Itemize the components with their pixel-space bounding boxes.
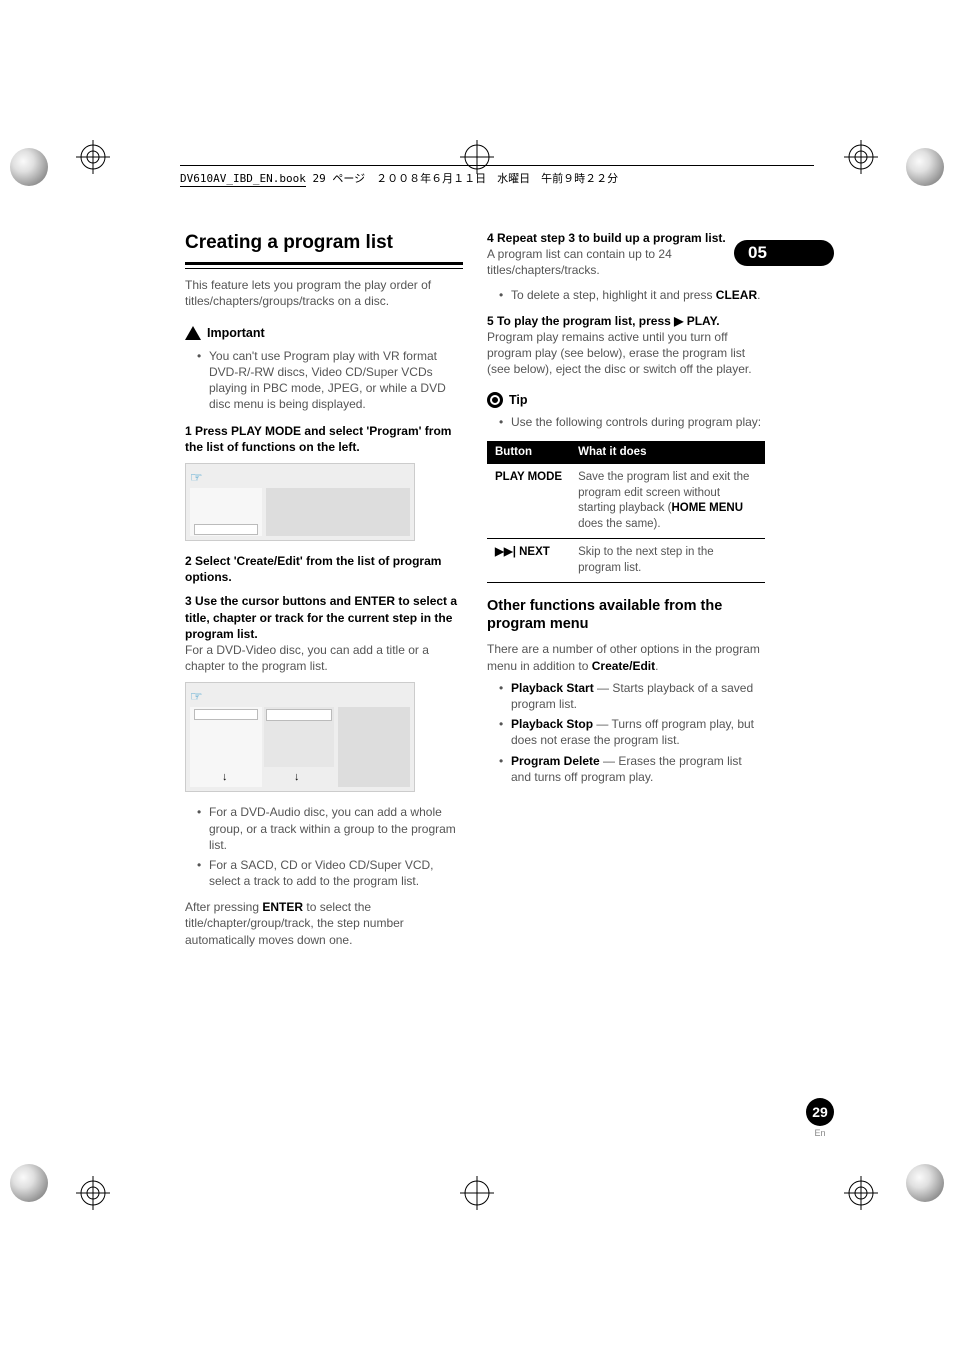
options-list: Playback Start — Starts playback of a sa… bbox=[487, 680, 765, 785]
list-item: Use the following controls during progra… bbox=[501, 414, 765, 430]
crosshair-icon bbox=[460, 1176, 494, 1210]
tip-callout: Tip bbox=[487, 392, 765, 409]
step3-tail: After pressing ENTER to select the title… bbox=[185, 899, 463, 948]
text-fragment: . bbox=[655, 659, 658, 673]
print-registration-ball bbox=[10, 148, 48, 186]
step-4: 4 Repeat step 3 to build up a program li… bbox=[487, 230, 765, 279]
list-item: For a DVD-Audio disc, you can add a whol… bbox=[199, 804, 463, 853]
button-desc-cell: Save the program list and exit the progr… bbox=[570, 464, 765, 539]
list-item: Playback Stop — Turns off program play, … bbox=[501, 716, 765, 748]
text-fragment: To delete a step, highlight it and press bbox=[511, 288, 716, 302]
print-registration-ball bbox=[906, 1164, 944, 1202]
subsection-intro: There are a number of other options in t… bbox=[487, 641, 765, 673]
section-title: Creating a program list bbox=[185, 230, 463, 265]
step-body: Program play remains active until you tu… bbox=[487, 329, 765, 378]
clear-key-label: CLEAR bbox=[716, 288, 757, 302]
hand-cursor-icon: ☞ bbox=[190, 687, 206, 703]
important-list: You can't use Program play with VR forma… bbox=[185, 348, 463, 413]
step-3: 3 Use the cursor buttons and ENTER to se… bbox=[185, 593, 463, 674]
table-row: ▶▶| NEXT Skip to the next step in the pr… bbox=[487, 539, 765, 583]
option-name: Program Delete bbox=[511, 754, 600, 768]
screenshot-selection bbox=[194, 709, 258, 720]
page-language: En bbox=[806, 1128, 834, 1138]
crosshair-icon bbox=[76, 140, 110, 174]
print-registration-ball bbox=[10, 1164, 48, 1202]
table-header: Button bbox=[487, 441, 570, 465]
tip-list: Use the following controls during progra… bbox=[487, 414, 765, 430]
table-header-row: Button What it does bbox=[487, 441, 765, 465]
step3-bullets: For a DVD-Audio disc, you can add a whol… bbox=[185, 804, 463, 889]
controls-table: Button What it does PLAY MODE Save the p… bbox=[487, 441, 765, 584]
tip-label: Tip bbox=[509, 392, 528, 409]
page-number: 29 bbox=[806, 1098, 834, 1126]
table-header: What it does bbox=[570, 441, 765, 465]
print-registration-ball bbox=[906, 148, 944, 186]
step-head: 2 Select 'Create/Edit' from the list of … bbox=[185, 553, 463, 585]
crosshair-icon bbox=[76, 1176, 110, 1210]
subsection-title: Other functions available from the progr… bbox=[487, 597, 765, 633]
down-arrow-icon: ↓ bbox=[222, 770, 228, 785]
step4-bullets: To delete a step, highlight it and press… bbox=[487, 287, 765, 303]
important-label: Important bbox=[207, 325, 265, 342]
step-head: 4 Repeat step 3 to build up a program li… bbox=[487, 230, 765, 246]
list-item: Playback Start — Starts playback of a sa… bbox=[501, 680, 765, 712]
text-fragment: . bbox=[757, 288, 760, 302]
ui-screenshot: ☞ ↓ ↓ bbox=[185, 682, 415, 792]
option-name: Playback Start bbox=[511, 681, 594, 695]
screenshot-selection bbox=[266, 709, 332, 721]
option-name: Playback Stop bbox=[511, 717, 593, 731]
left-column: Creating a program list This feature let… bbox=[185, 230, 463, 948]
home-menu-label: HOME MENU bbox=[671, 502, 743, 514]
step-head: 5 To play the program list, press ▶ PLAY… bbox=[487, 313, 765, 329]
list-item: To delete a step, highlight it and press… bbox=[501, 287, 765, 303]
list-item: For a SACD, CD or Video CD/Super VCD, se… bbox=[199, 857, 463, 889]
crosshair-icon bbox=[844, 140, 878, 174]
button-desc-cell: Skip to the next step in the program lis… bbox=[570, 539, 765, 583]
down-arrow-icon: ↓ bbox=[294, 770, 300, 785]
text-fragment: does the same). bbox=[578, 518, 660, 530]
step-body: For a DVD-Video disc, you can add a titl… bbox=[185, 642, 463, 674]
book-filename: DV610AV_IBD_EN.book bbox=[180, 172, 306, 187]
step-body: A program list can contain up to 24 titl… bbox=[487, 246, 765, 278]
step-5: 5 To play the program list, press ▶ PLAY… bbox=[487, 313, 765, 378]
intro-text: This feature lets you program the play o… bbox=[185, 277, 463, 309]
step-head: 1 Press PLAY MODE and select 'Program' f… bbox=[185, 423, 463, 455]
step-1: 1 Press PLAY MODE and select 'Program' f… bbox=[185, 423, 463, 455]
ui-screenshot: ☞ bbox=[185, 463, 415, 541]
page-number-block: 29 En bbox=[806, 1098, 834, 1138]
print-header: DV610AV_IBD_EN.book 29 ページ ２００８年６月１１日 水曜… bbox=[180, 165, 814, 186]
crosshair-icon bbox=[844, 1176, 878, 1210]
hand-cursor-icon: ☞ bbox=[190, 468, 206, 484]
page-content: Creating a program list This feature let… bbox=[185, 230, 765, 948]
screenshot-panel bbox=[266, 488, 410, 536]
gear-icon bbox=[487, 392, 503, 408]
screenshot-selection bbox=[194, 524, 258, 535]
step-head: 3 Use the cursor buttons and ENTER to se… bbox=[185, 593, 463, 642]
text-fragment: Skip to the next step in the program lis… bbox=[578, 546, 714, 574]
enter-key-label: ENTER bbox=[262, 900, 303, 914]
button-name-cell: ▶▶| NEXT bbox=[487, 539, 570, 583]
list-item: You can't use Program play with VR forma… bbox=[199, 348, 463, 413]
important-callout: Important bbox=[185, 325, 463, 342]
list-item: Program Delete — Erases the program list… bbox=[501, 753, 765, 785]
screenshot-panel bbox=[338, 707, 410, 787]
button-name-cell: PLAY MODE bbox=[487, 464, 570, 539]
warning-icon bbox=[185, 326, 201, 340]
screenshot-panel bbox=[190, 488, 262, 536]
book-pageinfo: 29 ページ ２００８年６月１１日 水曜日 午前９時２２分 bbox=[312, 172, 618, 185]
text-fragment: After pressing bbox=[185, 900, 262, 914]
table-row: PLAY MODE Save the program list and exit… bbox=[487, 464, 765, 539]
step-2: 2 Select 'Create/Edit' from the list of … bbox=[185, 553, 463, 585]
screenshot-panel bbox=[264, 707, 334, 767]
create-edit-label: Create/Edit bbox=[592, 659, 655, 673]
right-column: 4 Repeat step 3 to build up a program li… bbox=[487, 230, 765, 948]
